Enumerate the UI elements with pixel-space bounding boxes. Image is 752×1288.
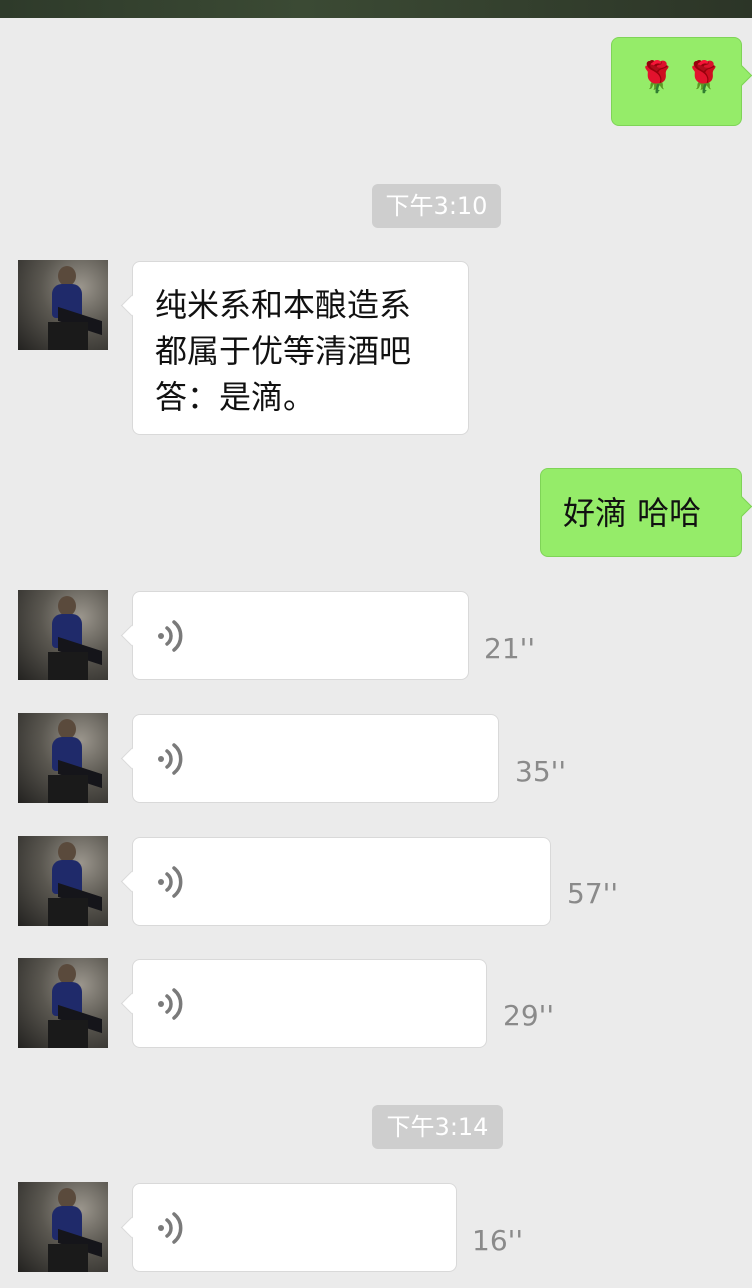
voice-wave-icon <box>158 620 183 652</box>
contact-avatar[interactable] <box>18 1182 108 1272</box>
message-text-line: 都属于优等清酒吧 <box>155 332 412 370</box>
rose-emoji: 🌹🌹 <box>638 60 733 95</box>
message-text-line: 答：是滴。 <box>155 378 316 416</box>
voice-wave-icon <box>158 866 183 898</box>
voice-duration: 21'' <box>484 632 536 665</box>
status-bar <box>0 0 752 18</box>
voice-duration: 16'' <box>472 1224 524 1257</box>
voice-wave-icon <box>158 1212 183 1244</box>
voice-message-bubble[interactable] <box>132 959 487 1048</box>
contact-avatar[interactable] <box>18 836 108 926</box>
voice-message-bubble[interactable] <box>132 591 469 680</box>
outgoing-message-bubble[interactable]: 好滴 哈哈 <box>540 468 742 557</box>
contact-avatar[interactable] <box>18 958 108 1048</box>
voice-duration: 35'' <box>515 755 567 788</box>
timestamp: 下午3:14 <box>372 1105 503 1149</box>
contact-avatar[interactable] <box>18 260 108 350</box>
contact-avatar[interactable] <box>18 590 108 680</box>
voice-wave-icon <box>158 988 183 1020</box>
timestamp: 下午3:10 <box>372 184 501 228</box>
incoming-message-bubble[interactable]: 纯米系和本酿造系 都属于优等清酒吧 答：是滴。 <box>132 261 469 435</box>
voice-duration: 57'' <box>567 877 619 910</box>
voice-message-bubble[interactable] <box>132 714 499 803</box>
voice-message-bubble[interactable] <box>132 1183 457 1272</box>
voice-duration: 29'' <box>503 999 555 1032</box>
outgoing-message-bubble[interactable]: 🌹🌹 <box>611 37 742 126</box>
contact-avatar[interactable] <box>18 713 108 803</box>
message-text-line: 纯米系和本酿造系 <box>155 286 412 324</box>
voice-message-bubble[interactable] <box>132 837 551 926</box>
voice-wave-icon <box>158 743 183 775</box>
message-text: 好滴 哈哈 <box>563 494 702 532</box>
